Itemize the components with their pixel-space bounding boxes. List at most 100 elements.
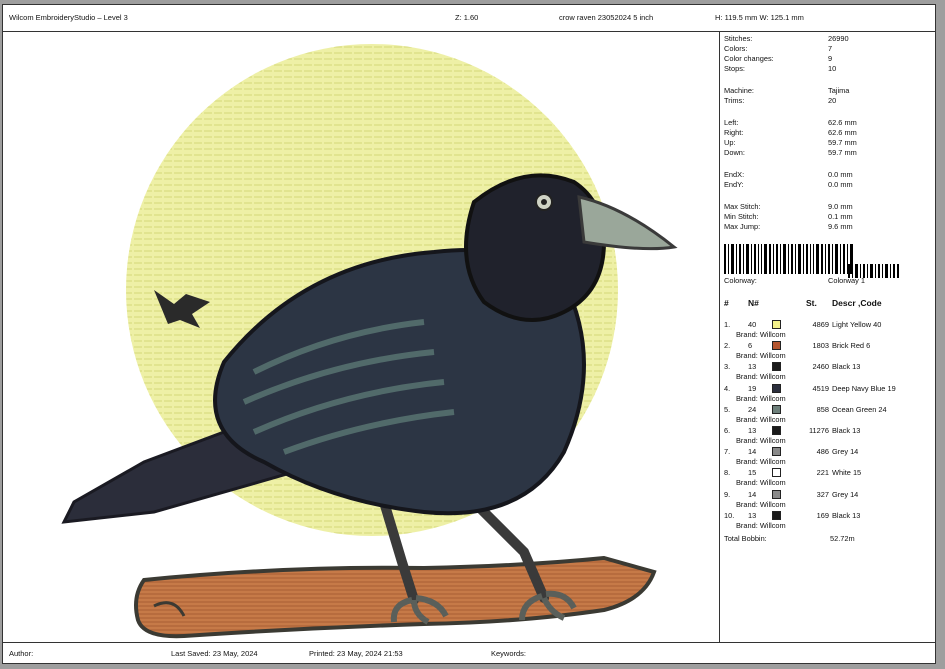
color-row: 9. 14 327 Grey 14 Brand: Willcom: [720, 489, 935, 511]
color-stitch-count: 2460: [812, 362, 829, 372]
up-value: 59.7 mm: [828, 138, 857, 147]
color-index: 10.: [724, 510, 735, 520]
color-description: Black 13: [832, 426, 861, 435]
down-value: 59.7 mm: [828, 148, 857, 157]
report-header: Wilcom EmbroideryStudio – Level 3 Z: 1.6…: [3, 5, 935, 32]
color-swatch: [772, 383, 781, 393]
color-brand: Brand: Willcom: [736, 351, 786, 361]
color-row: 10. 13 169 Black 13 Brand: Willcom: [720, 510, 935, 532]
right-label: Right:: [724, 128, 744, 137]
color-swatch: [772, 510, 781, 520]
trims-value: 20: [828, 96, 837, 105]
total-bobbin-label: Total Bobbin:: [724, 534, 767, 543]
color-brand: Brand: Willcom: [736, 520, 786, 530]
zoom-readout: Z: 1.60: [455, 13, 479, 22]
embroidery-report-sheet: Wilcom EmbroideryStudio – Level 3 Z: 1.6…: [2, 4, 936, 664]
min-stitch-value: 0.1 mm: [828, 212, 853, 221]
branch: [134, 555, 657, 639]
max-jump-label: Max Jump:: [724, 222, 761, 231]
color-stitch-count: 486: [816, 447, 829, 457]
trims-label: Trims:: [724, 96, 745, 105]
up-label: Up:: [724, 138, 736, 147]
color-index: 9.: [724, 489, 731, 499]
color-stitch-count: 4519: [812, 383, 829, 393]
color-row: 5. 24 858 Ocean Green 24 Brand: Willcom: [720, 404, 935, 426]
color-index: 8.: [724, 468, 731, 478]
color-changes-label: Color changes:: [724, 54, 774, 63]
crow-on-branch-image: [61, 44, 678, 639]
color-changes-value: 9: [828, 54, 833, 63]
color-brand: Brand: Willcom: [736, 330, 786, 339]
color-number: 13: [748, 362, 757, 372]
color-number: 14: [748, 489, 757, 499]
report-footer: Author: Last Saved: 23 May, 2024 Printed…: [3, 642, 935, 663]
color-row: 7. 14 486 Grey 14 Brand: Willcom: [720, 447, 935, 468]
color-number: 6: [748, 341, 753, 351]
color-number: 19: [748, 383, 757, 393]
endy-value: 0.0 mm: [828, 180, 853, 189]
total-bobbin-value: 52.72m: [830, 534, 855, 543]
colors-label: Colors:: [724, 44, 748, 53]
color-description: White 15: [832, 468, 862, 478]
color-brand: Brand: Willcom: [736, 457, 786, 467]
color-index: 4.: [724, 383, 731, 393]
color-description: Black 13: [832, 510, 861, 520]
color-description: Grey 14: [832, 447, 859, 457]
col-header-description: Descr ,Code: [832, 298, 882, 308]
color-number: 14: [748, 447, 757, 457]
max-stitch-value: 9.0 mm: [828, 202, 853, 211]
keywords-label: Keywords:: [491, 649, 527, 658]
color-description: Brick Red 6: [832, 341, 871, 351]
color-description: Light Yellow 40: [832, 320, 882, 329]
stitches-value: 26990: [828, 34, 849, 43]
color-swatch: [772, 320, 781, 329]
col-header-stitches: St.: [806, 298, 817, 308]
color-swatch: [772, 468, 781, 478]
color-row: 8. 15 221 White 15 Brand: Willcom: [720, 468, 935, 489]
color-swatch: [772, 341, 781, 351]
embroidery-design-preview: [4, 32, 718, 642]
color-description: Grey 14: [832, 489, 859, 499]
stops-label: Stops:: [724, 64, 745, 73]
stitches-label: Stitches:: [724, 34, 753, 43]
min-stitch-label: Min Stitch:: [724, 212, 759, 221]
author-label: Author:: [9, 649, 34, 658]
color-description: Ocean Green 24: [832, 404, 887, 414]
color-brand: Brand: Willcom: [736, 478, 786, 488]
endx-value: 0.0 mm: [828, 170, 853, 179]
endy-label: EndY:: [724, 180, 744, 189]
color-number: 13: [748, 510, 757, 520]
color-brand: Brand: Willcom: [736, 499, 786, 509]
color-row: 2. 6 1803 Brick Red 6 Brand: Willcom: [720, 341, 935, 362]
color-index: 6.: [724, 426, 731, 435]
color-brand: Brand: Willcom: [736, 372, 786, 382]
col-header-number: N#: [748, 298, 759, 308]
color-description: Deep Navy Blue 19: [832, 383, 896, 393]
colorway-value: Colorway 1: [828, 276, 865, 285]
colorway-label: Colorway:: [724, 276, 757, 285]
color-description: Black 13: [832, 362, 861, 372]
color-number: 15: [748, 468, 757, 478]
color-stitch-count: 221: [816, 468, 829, 478]
machine-label: Machine:: [724, 86, 754, 95]
design-filename: crow raven 23052024 5 inch: [559, 13, 654, 22]
crow-beak: [577, 195, 678, 251]
color-row: 1. 40 4869 Light Yellow 40 Brand: Willcom: [720, 320, 935, 341]
left-label: Left:: [724, 118, 739, 127]
colors-value: 7: [828, 44, 833, 53]
left-value: 62.6 mm: [828, 118, 857, 127]
color-stitch-count: 4869: [812, 320, 829, 329]
col-header-index: #: [724, 298, 729, 308]
color-row: 4. 19 4519 Deep Navy Blue 19 Brand: Willcom: [720, 383, 935, 405]
stops-value: 10: [828, 64, 837, 73]
color-brand: Brand: Willcom: [736, 393, 786, 403]
color-stitch-count: 1803: [812, 341, 829, 351]
design-size: H: 119.5 mm W: 125.1 mm: [715, 13, 804, 22]
color-stitch-count: 858: [816, 404, 829, 414]
color-index: 1.: [724, 320, 731, 329]
color-stitch-count: 11276: [808, 426, 829, 435]
endx-label: EndX:: [724, 170, 745, 179]
color-swatch: [772, 362, 781, 372]
color-swatch: [772, 426, 781, 435]
color-row: 3. 13 2460 Black 13 Brand: Willcom: [720, 362, 935, 383]
